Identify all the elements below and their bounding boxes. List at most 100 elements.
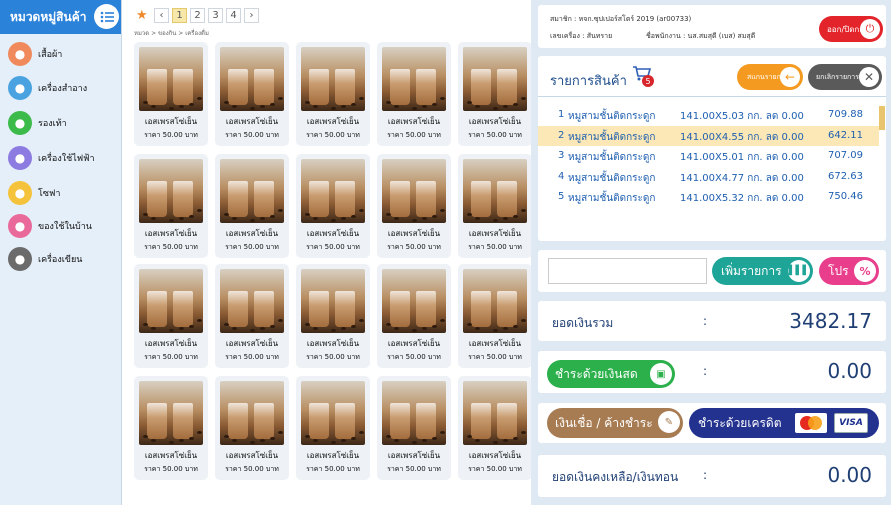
product-price: ราคา 50.00 บาท (144, 243, 198, 251)
product-card[interactable]: เอสเพรสโซ่เย็น ราคา 50.00 บาท (458, 154, 532, 258)
product-price: ราคา 50.00 บาท (306, 131, 360, 139)
cart-title: รายการสินค้า (550, 74, 627, 89)
product-card[interactable]: เอสเพรสโซ่เย็น ราคา 50.00 บาท (215, 376, 289, 480)
product-name: เอสเพรสโซ่เย็น (387, 117, 441, 126)
cosmetics-icon: ● (8, 76, 32, 100)
cart-item-total: 709.88 (828, 109, 863, 120)
power-icon: ⏻ (860, 19, 880, 39)
shirt-icon: ● (8, 42, 32, 66)
star-icon[interactable]: ★ (136, 8, 151, 23)
total-label: ยอดเงินรวม (552, 316, 614, 330)
cart-item-row[interactable]: 5 หมูสามชั้นติดกระดูก 141.00X5.32 กก. ลด 0… (538, 187, 879, 207)
product-image (463, 381, 527, 445)
product-card[interactable]: เอสเพรสโซ่เย็น ราคา 50.00 บาท (377, 42, 451, 146)
product-card[interactable]: เอสเพรสโซ่เย็น ราคา 50.00 บาท (377, 154, 451, 258)
sidebar-item-1[interactable]: ● เสื้อผ้า (8, 39, 118, 69)
product-card[interactable]: เอสเพรสโซ่เย็น ราคา 50.00 บาท (458, 42, 532, 146)
product-card[interactable]: เอสเพรสโซ่เย็นราคา 50.00 บาท (458, 376, 532, 480)
product-grid-area: ★ ‹ 1 2 3 4 › หมวด > ของกิน > เครื่องดื่… (122, 0, 532, 505)
sidebar-item-2[interactable]: ● เครื่องสำอาง (8, 73, 118, 103)
promotion-button[interactable]: โปร % (819, 257, 879, 285)
product-card[interactable]: เอสเพรสโซ่เย็น ราคา 50.00 บาท (134, 264, 208, 368)
add-list-button[interactable]: เพิ่มรายการ ▌▌▌ (712, 257, 813, 285)
cart-item-name: หมูสามชั้นติดกระดูก (568, 131, 656, 143)
member-info: สมาชิก : หจก.ซุปเปอร์สโตร์ 2019 (ar00733… (550, 15, 692, 23)
cart-item-row[interactable]: 2 หมูสามชั้นติดกระดูก 141.00X4.55 กก. ลด 0… (538, 125, 879, 146)
product-card[interactable]: เอสเพรสโซ่เย็นราคา 50.00 บาท (215, 154, 289, 258)
home-icon: ● (8, 214, 32, 238)
cart-count-badge: 5 (642, 75, 654, 87)
product-card[interactable]: เอสเพรสโซ่เย็นราคา 50.00 บาท (134, 154, 208, 258)
sidebar-item-4[interactable]: ● เครื่องใช้ไฟฟ้า (8, 143, 118, 173)
product-price: ราคา 50.00 บาท (468, 353, 522, 361)
product-price: ราคา 50.00 บาท (468, 465, 522, 473)
product-name: เอสเพรสโซ่เย็น (306, 451, 360, 460)
sidebar-item-label: เครื่องใช้ไฟฟ้า (38, 154, 95, 164)
total-colon: : (703, 314, 708, 328)
credit-debt-button[interactable]: เงินเชื่อ / ค้างชำระ ✎ (547, 408, 683, 438)
product-image (220, 381, 284, 445)
session-info: สมาชิก : หจก.ซุปเปอร์สโตร์ 2019 (ar00733… (538, 5, 886, 48)
product-card[interactable]: เอสเพรสโซ่เย็น ราคา 50.00 บาท (215, 264, 289, 368)
product-card[interactable]: เอสเพรสโซ่เย็นราคา 50.00 บาท (215, 42, 289, 146)
product-name: เอสเพรสโซ่เย็น (144, 229, 198, 238)
cart-item-no: 2 (558, 129, 565, 141)
product-name: เอสเพรสโซ่เย็น (468, 451, 522, 460)
prev-page-button[interactable]: ‹ (154, 8, 169, 23)
next-page-button[interactable]: › (244, 8, 259, 23)
shoe-icon: ● (8, 111, 32, 135)
credit-debt-label: เงินเชื่อ / ค้างชำระ (555, 415, 653, 430)
product-price: ราคา 50.00 บาท (225, 353, 279, 361)
sidebar-item-label: ของใช้ในบ้าน (38, 222, 92, 232)
product-card[interactable]: เอสเพรสโซ่เย็น ราคา 50.00 บาท (296, 264, 370, 368)
sidebar-item-5[interactable]: ● โซฟา (8, 178, 118, 208)
page-4[interactable]: 4 (226, 8, 241, 23)
pay-cash-button[interactable]: ชำระด้วยเงินสด ▣ (547, 360, 675, 388)
product-card[interactable]: เอสเพรสโซ่เย็น ราคา 50.00 บาท (296, 154, 370, 258)
logout-button[interactable]: ออก/ปิดกะ ⏻ (819, 16, 883, 42)
barcode-panel: เพิ่มรายการ ▌▌▌ โปร % (538, 250, 886, 292)
product-name: เอสเพรสโซ่เย็น (144, 117, 198, 126)
product-image (463, 47, 527, 111)
sidebar-item-6[interactable]: ● ของใช้ในบ้าน (8, 211, 118, 241)
product-price: ราคา 50.00 บาท (144, 131, 198, 139)
product-price: ราคา 50.00 บาท (144, 353, 198, 361)
product-card[interactable]: เอสเพรสโซ่เย็น ราคา 50.00 บาท (134, 376, 208, 480)
cart-item-row[interactable]: 3 หมูสามชั้นติดกระดูก 141.00X5.01 กก. ลด 0… (538, 146, 879, 166)
product-name: เอสเพรสโซ่เย็น (225, 229, 279, 238)
product-card[interactable]: เอสเพรสโซ่เย็นราคา 50.00 บาท (296, 42, 370, 146)
cart-item-name: หมูสามชั้นติดกระดูก (568, 193, 656, 204)
product-card[interactable]: เอสเพรสโซ่เย็นราคา 50.00 บาท (134, 42, 208, 146)
sidebar-item-label: เครื่องเขียน (38, 255, 83, 265)
cart-item-total: 707.09 (828, 150, 863, 161)
sidebar-item-7[interactable]: ● เครื่องเขียน (8, 244, 118, 274)
product-price: ราคา 50.00 บาท (225, 131, 279, 139)
cart-item-row[interactable]: 4 หมูสามชั้นติดกระดูก 141.00X4.77 กก. ลด 0… (538, 167, 879, 187)
page-1[interactable]: 1 (172, 8, 187, 23)
product-price: ราคา 50.00 บาท (306, 353, 360, 361)
product-price: ราคา 50.00 บาท (225, 243, 279, 251)
product-card[interactable]: เอสเพรสโซ่เย็น ราคา 50.00 บาท (377, 264, 451, 368)
cancel-item-button[interactable]: ยกเลิกรายการ ✕ (808, 64, 882, 90)
cart-item-qty: 141.00X5.32 กก. ลด 0.00 (680, 193, 804, 204)
page-2[interactable]: 2 (190, 8, 205, 23)
product-card[interactable]: เอสเพรสโซ่เย็น ราคา 50.00 บาท (377, 376, 451, 480)
shopping-cart-icon: 5 (632, 65, 654, 87)
page-3[interactable]: 3 (208, 8, 223, 23)
breadcrumb: หมวด > ของกิน > เครื่องดื่ม (134, 30, 209, 37)
list-menu-icon[interactable] (94, 4, 119, 29)
product-image (220, 159, 284, 223)
product-price: ราคา 50.00 บาท (387, 465, 441, 473)
list-scrollbar[interactable] (879, 106, 885, 130)
product-name: เอสเพรสโซ่เย็น (306, 117, 360, 126)
cart-item-row[interactable]: 1 หมูสามชั้นติดกระดูก 141.00X5.03 กก. ลด 0… (538, 105, 879, 125)
barcode-input[interactable] (548, 258, 707, 284)
product-card[interactable]: เอสเพรสโซ่เย็น ราคา 50.00 บาท (458, 264, 532, 368)
product-price: ราคา 50.00 บาท (468, 243, 522, 251)
scan-item-button[interactable]: สแกนรายการ ← (737, 64, 803, 90)
product-card[interactable]: เอสเพรสโซ่เย็น ราคา 50.00 บาท (296, 376, 370, 480)
pay-card-button[interactable]: ชำระด้วยเครดิต VISA (689, 408, 879, 438)
sidebar-item-3[interactable]: ● รองเท้า (8, 108, 118, 138)
product-name: เอสเพรสโซ่เย็น (468, 117, 522, 126)
product-name: เอสเพรสโซ่เย็น (225, 117, 279, 126)
